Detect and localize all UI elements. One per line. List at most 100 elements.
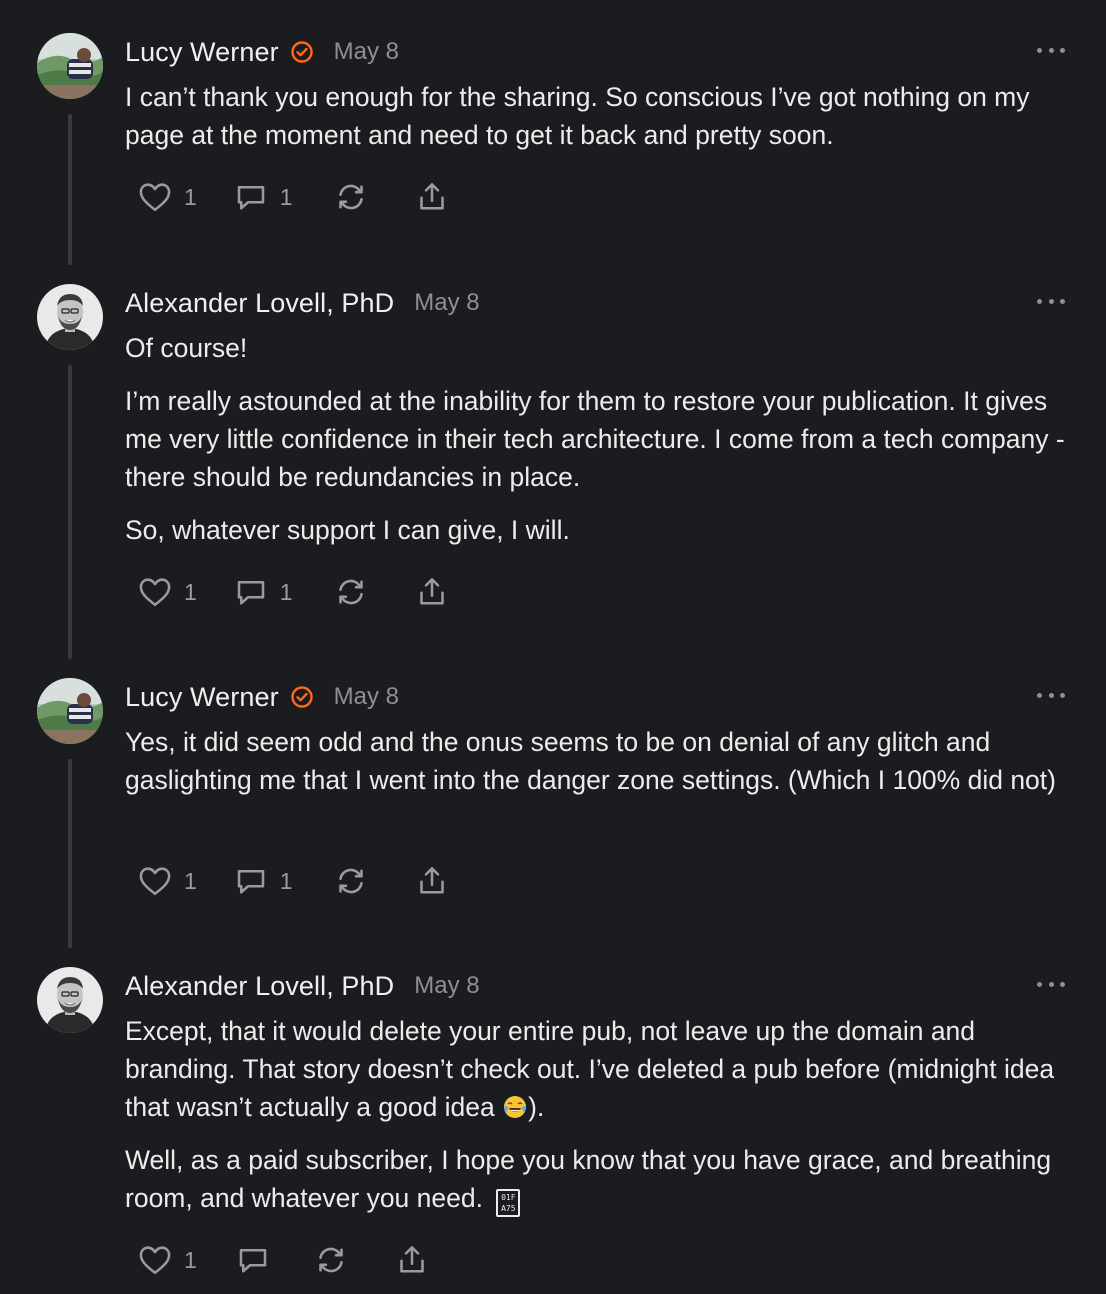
restack-icon: [319, 1247, 343, 1273]
comment-header: Lucy Werner May 8: [125, 34, 399, 70]
comment-date[interactable]: May 8: [414, 972, 479, 1000]
reply-button[interactable]: 1: [233, 574, 293, 610]
share-icon: [400, 1246, 424, 1273]
comment-header: Alexander Lovell, PhD May 8: [125, 968, 480, 1004]
comment-paragraph: Except, that it would delete your entire…: [125, 1012, 1080, 1126]
restack-icon: [338, 868, 363, 894]
speech-bubble-icon: [237, 869, 265, 894]
like-button[interactable]: 1: [137, 1242, 197, 1278]
action-bar: 1 1: [137, 574, 450, 610]
more-dots-icon: [1037, 692, 1042, 698]
like-button[interactable]: 1: [137, 179, 197, 215]
avatar[interactable]: [37, 678, 103, 744]
portrait-photo-avatar-icon: [37, 967, 103, 1033]
share-button[interactable]: [414, 179, 450, 215]
more-dots-icon: [1037, 298, 1042, 304]
more-dot: [1048, 692, 1054, 698]
speech-bubble-icon: [237, 185, 265, 210]
comment-date[interactable]: May 8: [334, 38, 399, 66]
action-bar: 1 1: [137, 863, 450, 899]
verified-badge-icon: [290, 686, 313, 708]
landscape-photo-avatar-icon: [37, 33, 103, 99]
comment-header: Alexander Lovell, PhD May 8: [125, 285, 480, 321]
share-icon: [419, 867, 444, 894]
reply-count: 1: [279, 578, 293, 605]
action-bar: 1: [137, 1242, 430, 1278]
thread-line: [68, 114, 72, 265]
share-icon: [419, 183, 444, 210]
comment-body: Except, that it would delete your entire…: [125, 1012, 1080, 1217]
comment-body: Of course! I’m really astounded at the i…: [125, 329, 1080, 549]
thread-line: [68, 759, 72, 948]
like-count: 1: [184, 183, 197, 210]
comment-paragraph: So, whatever support I can give, I will.: [125, 515, 570, 545]
like-count: 1: [184, 578, 197, 605]
like-button[interactable]: 1: [137, 863, 197, 899]
heart-icon: [139, 578, 171, 607]
comment-paragraph: I can’t thank you enough for the sharing…: [125, 82, 1030, 150]
share-button[interactable]: [394, 1242, 430, 1278]
more-dot: [1060, 47, 1065, 53]
more-options-button[interactable]: [1037, 976, 1065, 992]
more-dot: [1048, 298, 1054, 304]
comment-paragraph: Of course!: [125, 333, 248, 363]
portrait-photo-avatar-icon: [37, 284, 103, 350]
speech-bubble-icon: [237, 580, 265, 605]
more-dot: [1060, 981, 1065, 987]
more-options-button[interactable]: [1037, 687, 1065, 703]
landscape-photo-avatar-icon: [37, 678, 103, 744]
restack-icon: [338, 579, 363, 605]
more-options-button[interactable]: [1037, 293, 1065, 309]
author-name[interactable]: Alexander Lovell, PhD: [125, 971, 394, 1002]
reply-count: 1: [279, 867, 293, 894]
more-dots-icon: [1037, 981, 1042, 987]
speech-bubble-icon: [239, 1248, 267, 1273]
comment-text: Except, that it would delete your entire…: [125, 1016, 1055, 1122]
reply-count: 1: [279, 183, 293, 210]
thread-line: [68, 365, 72, 659]
heart-icon: [139, 1246, 171, 1275]
restack-icon: [338, 184, 363, 210]
like-button[interactable]: 1: [137, 574, 197, 610]
comment-paragraph: Well, as a paid subscriber, I hope you k…: [125, 1141, 1080, 1217]
face-with-tears-of-joy-emoji-icon: [504, 1096, 527, 1118]
avatar[interactable]: [37, 33, 103, 99]
reply-button[interactable]: 1: [233, 179, 293, 215]
like-count: 1: [184, 867, 197, 894]
comment-body: I can’t thank you enough for the sharing…: [125, 78, 1080, 154]
restack-button[interactable]: [333, 574, 369, 610]
avatar[interactable]: [37, 284, 103, 350]
missing-glyph-box-icon: 01F A75: [496, 1189, 521, 1217]
verified-badge-icon: [290, 41, 313, 63]
author-name[interactable]: Lucy Werner: [125, 37, 279, 68]
more-dots-icon: [1037, 47, 1042, 53]
action-bar: 1 1: [137, 179, 450, 215]
more-options-button[interactable]: [1037, 42, 1065, 58]
restack-button[interactable]: [333, 179, 369, 215]
author-name[interactable]: Lucy Werner: [125, 682, 279, 713]
like-count: 1: [184, 1246, 197, 1273]
share-icon: [419, 578, 444, 605]
share-button[interactable]: [414, 574, 450, 610]
comment-paragraph: Yes, it did seem odd and the onus seems …: [125, 727, 1056, 795]
avatar[interactable]: [37, 967, 103, 1033]
author-name[interactable]: Alexander Lovell, PhD: [125, 288, 394, 319]
share-button[interactable]: [414, 863, 450, 899]
comment-paragraph: I’m really astounded at the inability fo…: [125, 386, 1065, 492]
reply-button[interactable]: [235, 1242, 271, 1278]
more-dot: [1060, 692, 1065, 698]
comment-date[interactable]: May 8: [414, 289, 479, 317]
comment-text: ).: [528, 1092, 545, 1122]
heart-icon: [139, 183, 171, 212]
more-dot: [1048, 47, 1054, 53]
restack-button[interactable]: [333, 863, 369, 899]
more-dot: [1048, 981, 1054, 987]
comment-text: Well, as a paid subscriber, I hope you k…: [125, 1145, 1052, 1213]
comment-body: Yes, it did seem odd and the onus seems …: [125, 723, 1080, 799]
comment-date[interactable]: May 8: [334, 683, 399, 711]
reply-button[interactable]: 1: [233, 863, 293, 899]
heart-icon: [139, 867, 171, 896]
comment-header: Lucy Werner May 8: [125, 679, 399, 715]
restack-button[interactable]: [313, 1242, 349, 1278]
more-dot: [1060, 298, 1065, 304]
